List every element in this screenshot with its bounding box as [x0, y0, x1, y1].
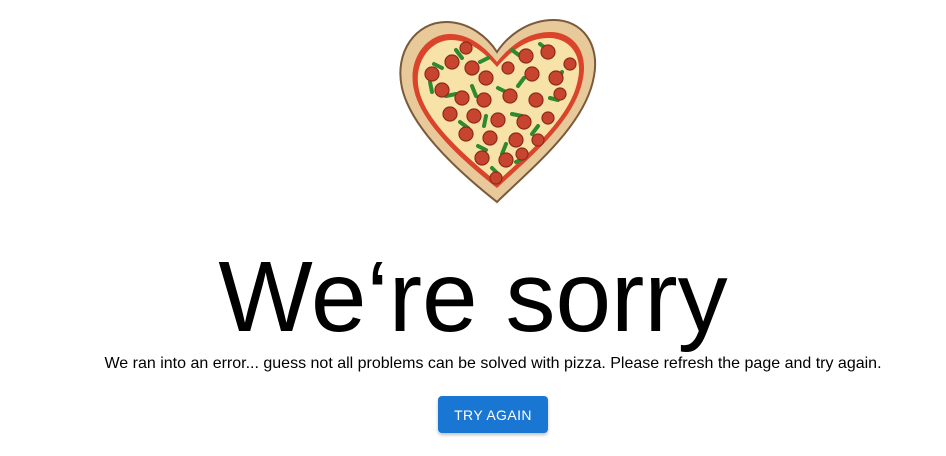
try-again-button[interactable]: TRY AGAIN [438, 396, 548, 433]
heart-pizza-image [399, 18, 597, 204]
error-page: We‘re sorry We ran into an error... gues… [0, 0, 946, 456]
page-title: We‘re sorry [218, 241, 728, 353]
error-message: We ran into an error... guess not all pr… [104, 355, 882, 372]
